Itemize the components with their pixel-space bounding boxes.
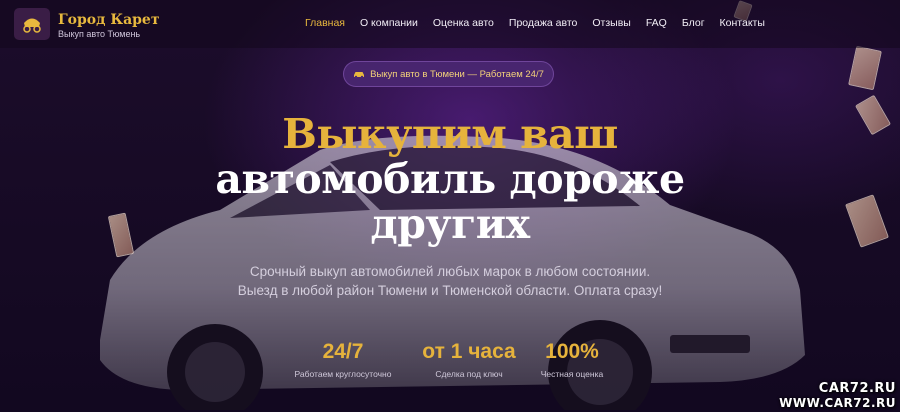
hero-badge: Выкуп авто в Тюмени — Работаем 24/7 [343,61,554,87]
stat-24-7: 24/7 Работаем круглосуточно [283,340,403,379]
nav-item-home[interactable]: Главная [305,17,345,29]
hero-badge-text: Выкуп авто в Тюмени — Работаем 24/7 [370,68,544,80]
car-icon [354,72,365,78]
nav-item-sale[interactable]: Продажа авто [509,17,577,29]
stat-value: 24/7 [322,340,364,363]
brand-title[interactable]: Город Карет [58,12,160,28]
headline-line-3: других [370,200,530,248]
stat-deal-time: от 1 часа Сделка под ключ [409,340,529,379]
watermark: CAR72.RU WWW.CAR72.RU [779,381,896,410]
stat-label: Работаем круглосуточно [294,369,392,379]
watermark-line-2: WWW.CAR72.RU [779,396,896,410]
banknote-decoration [848,45,882,91]
stat-label: Сделка под ключ [435,369,503,379]
stat-value: от 1 часа [422,340,516,363]
stat-label: Честная оценка [540,369,604,379]
nav-item-contacts[interactable]: Контакты [720,17,765,29]
hero-subtitle-line-2: Выезд в любой район Тюмени и Тюменской о… [237,283,663,298]
headline-line-2: автомобиль дороже [215,155,685,203]
nav-item-about[interactable]: О компании [360,17,418,29]
stat-honest-valuation: 100% Честная оценка [526,340,618,379]
site-header: Город Карет Выкуп авто Тюмень Главная О … [0,0,900,48]
nav-item-valuation[interactable]: Оценка авто [433,17,494,29]
nav-item-reviews[interactable]: Отзывы [592,17,630,29]
carriage-icon [23,18,41,33]
stat-value: 100% [545,340,599,363]
watermark-line-1: CAR72.RU [818,381,896,396]
brand-subtitle: Выкуп авто Тюмень [58,29,141,39]
nav-item-faq[interactable]: FAQ [646,17,667,29]
hero-subtitle-line-1: Срочный выкуп автомобилей любых марок в … [249,264,651,279]
logo[interactable] [14,8,50,40]
nav-item-blog[interactable]: Блог [682,17,705,29]
headline-line-1: Выкупим ваш [282,110,618,158]
main-nav: Главная О компании Оценка авто Продажа а… [305,17,780,29]
